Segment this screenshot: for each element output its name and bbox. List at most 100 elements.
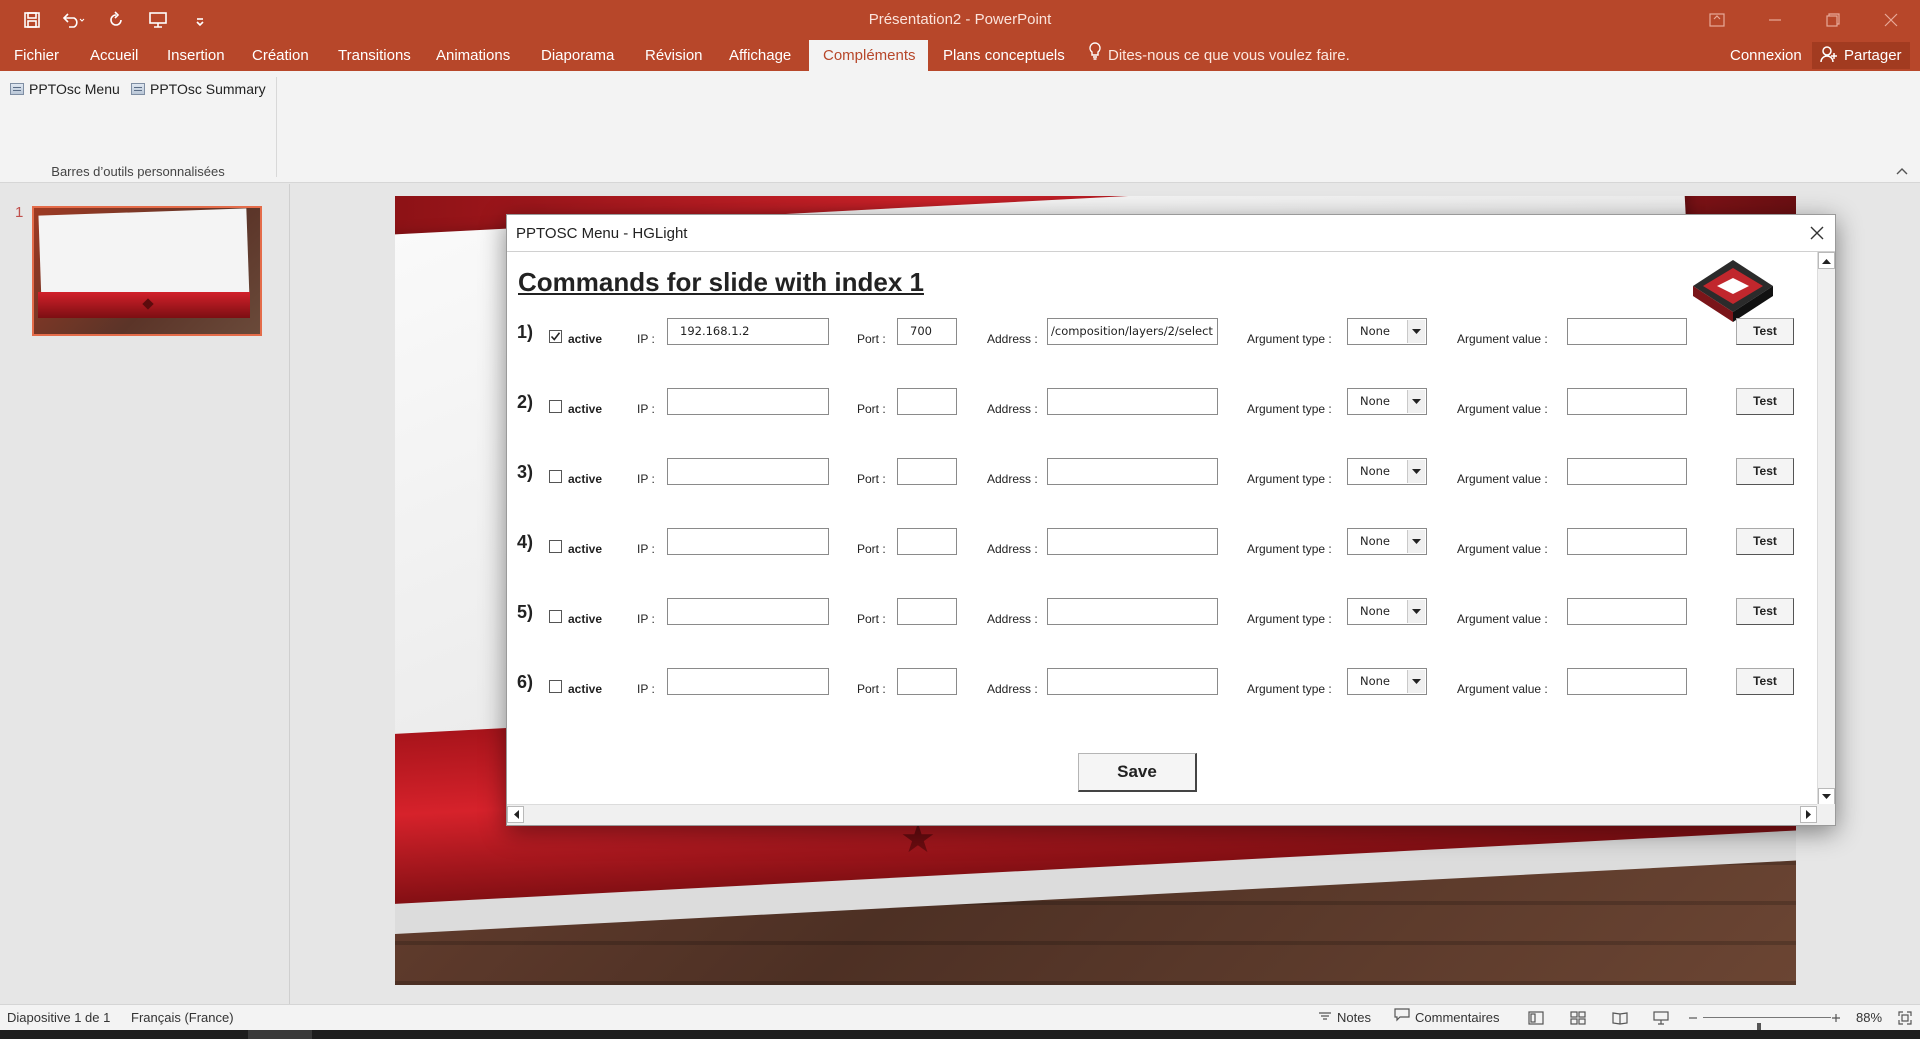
tab-fichier[interactable]: Fichier — [0, 40, 73, 71]
ip-field[interactable] — [667, 528, 829, 555]
test-button[interactable]: Test — [1736, 318, 1794, 345]
tab-complements[interactable]: Compléments — [809, 40, 928, 71]
active-checkbox[interactable] — [549, 470, 562, 483]
active-checkbox[interactable] — [549, 330, 562, 343]
dropdown-arrow-icon[interactable] — [1407, 600, 1425, 623]
normal-view-icon[interactable] — [1528, 1005, 1544, 1031]
pptosc-summary-button[interactable]: PPTOsc Summary — [131, 79, 266, 99]
scroll-up-icon[interactable] — [1818, 252, 1835, 269]
dropdown-arrow-icon[interactable] — [1407, 530, 1425, 553]
scroll-left-icon[interactable] — [507, 806, 524, 823]
tell-me-search[interactable]: Dites-nous ce que vous voulez faire. — [1088, 40, 1350, 71]
ip-field[interactable] — [667, 458, 829, 485]
comments-label: Commentaires — [1415, 1010, 1500, 1025]
close-icon[interactable] — [1807, 223, 1827, 243]
tab-transitions[interactable]: Transitions — [324, 40, 425, 71]
ribbon-display-options-icon[interactable] — [1688, 0, 1746, 40]
address-field[interactable] — [1047, 598, 1218, 625]
horizontal-scrollbar[interactable] — [507, 804, 1817, 825]
argument-type-select[interactable]: None — [1347, 458, 1427, 485]
port-field[interactable] — [897, 528, 957, 555]
active-checkbox[interactable] — [549, 540, 562, 553]
dropdown-arrow-icon[interactable] — [1407, 390, 1425, 413]
port-field[interactable] — [897, 668, 957, 695]
argument-value-field[interactable] — [1567, 388, 1687, 415]
dropdown-arrow-icon[interactable] — [1407, 320, 1425, 343]
address-field[interactable]: /composition/layers/2/select — [1047, 318, 1218, 345]
slideshow-icon[interactable] — [1653, 1005, 1669, 1031]
pptosc-menu-button[interactable]: PPTOsc Menu — [10, 79, 120, 99]
active-checkbox[interactable] — [549, 610, 562, 623]
active-checkbox[interactable] — [549, 400, 562, 413]
address-field[interactable] — [1047, 388, 1218, 415]
reading-view-icon[interactable] — [1612, 1005, 1628, 1031]
notes-button[interactable]: Notes — [1318, 1005, 1371, 1031]
dropdown-arrow-icon[interactable] — [1407, 670, 1425, 693]
ip-field[interactable] — [667, 598, 829, 625]
address-field[interactable] — [1047, 458, 1218, 485]
ip-label: IP : — [637, 472, 655, 486]
argument-value-field[interactable] — [1567, 458, 1687, 485]
argument-value-field[interactable] — [1567, 668, 1687, 695]
command-row-6: 6) active IP : Port : Address : Argument… — [507, 668, 1817, 708]
scroll-right-icon[interactable] — [1800, 806, 1817, 823]
argument-type-select[interactable]: None — [1347, 318, 1427, 345]
port-field[interactable] — [897, 388, 957, 415]
tab-plans-conceptuels[interactable]: Plans conceptuels — [929, 40, 1079, 71]
slide-sorter-icon[interactable] — [1570, 1005, 1586, 1031]
argument-type-select[interactable]: None — [1347, 388, 1427, 415]
tab-animations[interactable]: Animations — [422, 40, 524, 71]
argument-type-value: None — [1360, 674, 1391, 688]
maximize-icon[interactable] — [1804, 0, 1862, 40]
language-indicator[interactable]: Français (France) — [131, 1005, 234, 1031]
ip-field[interactable] — [667, 668, 829, 695]
argument-value-field[interactable] — [1567, 528, 1687, 555]
row-number: 6) — [517, 672, 534, 692]
ip-field[interactable] — [667, 388, 829, 415]
zoom-in-icon[interactable] — [1831, 1005, 1841, 1031]
argument-value-field[interactable] — [1567, 598, 1687, 625]
comments-button[interactable]: Commentaires — [1394, 1005, 1500, 1031]
test-button[interactable]: Test — [1736, 668, 1794, 695]
argument-type-label: Argument type : — [1247, 682, 1332, 696]
tab-accueil[interactable]: Accueil — [76, 40, 152, 71]
test-button[interactable]: Test — [1736, 528, 1794, 555]
test-button[interactable]: Test — [1736, 388, 1794, 415]
signin-link[interactable]: Connexion — [1730, 40, 1802, 71]
test-button[interactable]: Test — [1736, 458, 1794, 485]
tab-diaporama[interactable]: Diaporama — [527, 40, 628, 71]
zoom-out-icon[interactable] — [1688, 1005, 1698, 1031]
ip-field[interactable]: 192.168.1.2 — [667, 318, 829, 345]
argument-type-select[interactable]: None — [1347, 598, 1427, 625]
window-title: Présentation2 - PowerPoint — [868, 11, 1052, 28]
dropdown-arrow-icon[interactable] — [1407, 460, 1425, 483]
test-button[interactable]: Test — [1736, 598, 1794, 625]
port-field[interactable] — [897, 458, 957, 485]
zoom-slider[interactable] — [1703, 1017, 1831, 1036]
port-field[interactable]: 700 — [897, 318, 957, 345]
save-button[interactable]: Save — [1078, 753, 1197, 792]
argument-value-field[interactable] — [1567, 318, 1687, 345]
port-field[interactable] — [897, 598, 957, 625]
slide-thumbnail[interactable] — [32, 206, 262, 336]
argument-type-select[interactable]: None — [1347, 668, 1427, 695]
scroll-down-icon[interactable] — [1818, 788, 1835, 805]
ip-label: IP : — [637, 542, 655, 556]
argument-type-select[interactable]: None — [1347, 528, 1427, 555]
zoom-level[interactable]: 88% — [1856, 1005, 1882, 1031]
minimize-icon[interactable] — [1746, 0, 1804, 40]
tab-revision[interactable]: Révision — [631, 40, 717, 71]
close-window-icon[interactable] — [1862, 0, 1920, 40]
fit-slide-icon[interactable] — [1898, 1005, 1912, 1031]
tab-affichage[interactable]: Affichage — [715, 40, 805, 71]
address-field[interactable] — [1047, 668, 1218, 695]
tab-insertion[interactable]: Insertion — [153, 40, 239, 71]
command-row-3: 3) active IP : Port : Address : Argument… — [507, 458, 1817, 498]
argument-type-value: None — [1360, 394, 1391, 408]
address-field[interactable] — [1047, 528, 1218, 555]
share-button[interactable]: Partager — [1812, 42, 1910, 69]
collapse-ribbon-icon[interactable] — [1894, 163, 1910, 179]
tab-creation[interactable]: Création — [238, 40, 323, 71]
vertical-scrollbar[interactable] — [1817, 252, 1835, 805]
active-checkbox[interactable] — [549, 680, 562, 693]
